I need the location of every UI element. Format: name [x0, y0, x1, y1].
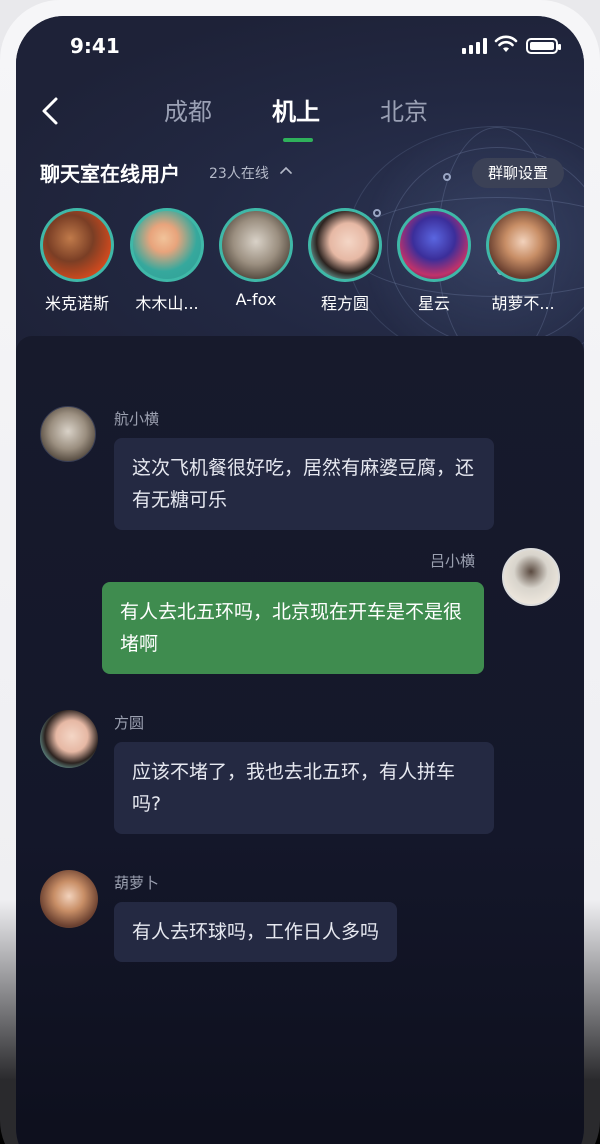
wifi-icon: [494, 35, 518, 52]
my-message-bubble[interactable]: 有人去北五环吗，北京现在开车是不是很堵啊: [102, 582, 484, 674]
group-settings-button[interactable]: 群聊设置: [472, 158, 564, 188]
message-avatar[interactable]: [40, 710, 98, 768]
phone-frame: 9:41 成都 机上 北京 聊天室在线用户 23人在线 群聊设置 米克诺斯 木木…: [0, 0, 600, 1144]
city-tabs: 成都 机上 北京: [16, 92, 584, 152]
tab-beijing[interactable]: 北京: [380, 92, 428, 127]
app-screen: 9:41 成都 机上 北京 聊天室在线用户 23人在线 群聊设置 米克诺斯 木木…: [16, 16, 584, 1144]
user-name-1: 米克诺斯: [44, 294, 109, 313]
user-avatar-5[interactable]: [400, 211, 468, 279]
user-name-5: 星云: [417, 294, 450, 313]
chevron-up-icon[interactable]: [280, 166, 292, 176]
status-bar: 9:41: [16, 16, 584, 74]
active-tab-indicator: [283, 138, 313, 142]
user-avatar-2[interactable]: [133, 211, 201, 279]
message-bubble[interactable]: 应该不堵了，我也去北五环，有人拼车吗?: [114, 742, 494, 834]
message-avatar[interactable]: [40, 406, 96, 462]
user-name-6: 胡萝不...: [491, 294, 555, 313]
user-avatar-3[interactable]: [222, 211, 290, 279]
signal-icon: [462, 38, 488, 54]
tab-chengdu[interactable]: 成都: [164, 92, 212, 127]
online-count: 23人在线: [209, 166, 269, 182]
user-avatar-4[interactable]: [311, 211, 379, 279]
user-name-2: 木木山...: [135, 294, 199, 313]
user-avatar-1[interactable]: [43, 211, 111, 279]
my-avatar[interactable]: [502, 548, 560, 606]
message-sender: 吕小横: [430, 552, 476, 570]
status-time: 9:41: [70, 34, 120, 58]
message-sender: 葫萝卜: [114, 874, 160, 892]
tab-onboard[interactable]: 机上: [272, 92, 320, 127]
user-name-4: 程方圆: [320, 294, 369, 313]
online-users-title: 聊天室在线用户: [40, 162, 180, 186]
message-sender: 航小横: [114, 410, 160, 428]
battery-icon: [526, 38, 561, 54]
message-sender: 方圆: [114, 714, 145, 732]
message-bubble[interactable]: 这次飞机餐很好吃，居然有麻婆豆腐，还有无糖可乐: [114, 438, 494, 530]
user-avatar-6[interactable]: [489, 211, 557, 279]
user-name-3: A-fox: [235, 290, 277, 309]
message-bubble[interactable]: 有人去环球吗，工作日人多吗: [114, 902, 398, 962]
message-avatar[interactable]: [40, 870, 98, 928]
